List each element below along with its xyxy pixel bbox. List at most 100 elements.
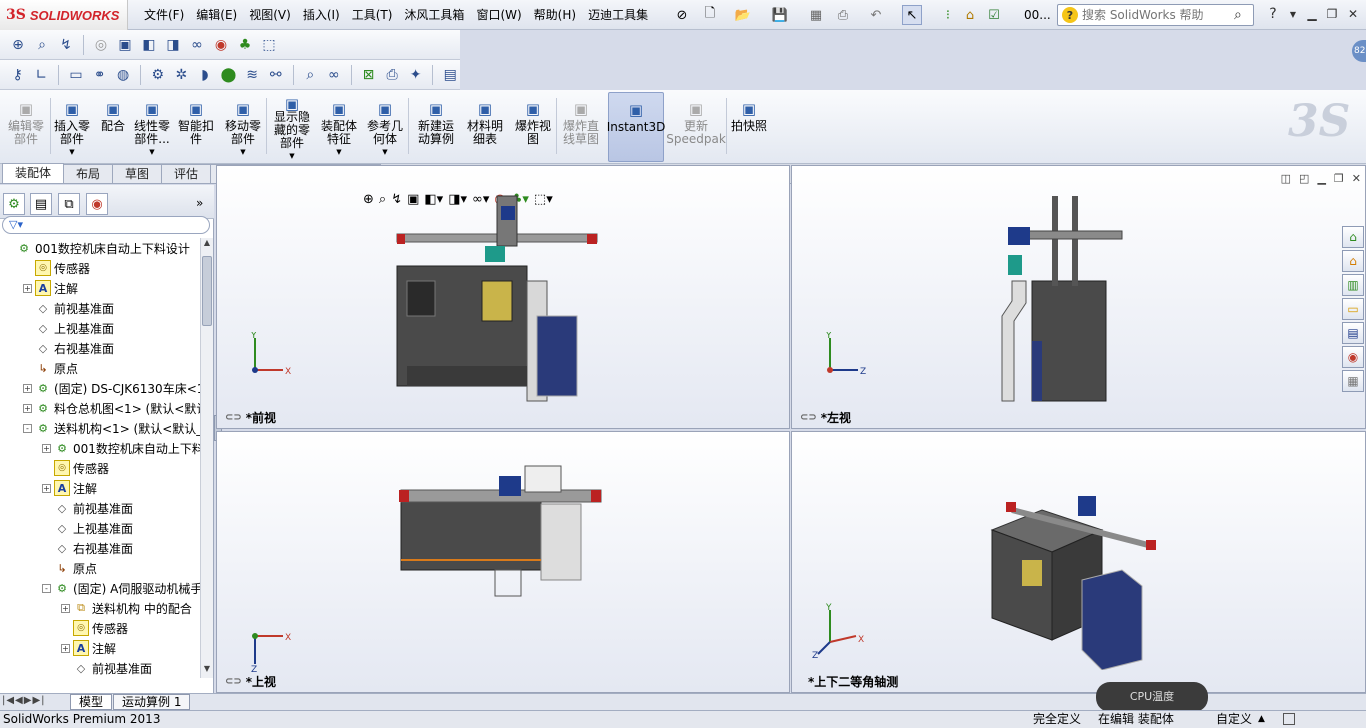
- menu-item[interactable]: 迈迪工具集: [582, 0, 654, 30]
- tree-item[interactable]: ◎ 传感器: [42, 458, 109, 478]
- calculator-icon[interactable]: ▤: [440, 65, 460, 85]
- tab-model[interactable]: 模型: [70, 694, 113, 710]
- sketch-icon[interactable]: ∟: [32, 65, 52, 85]
- pin-marker-icon[interactable]: ⬤: [219, 65, 239, 85]
- menu-item[interactable]: 文件(F): [138, 0, 190, 30]
- print-preview-icon[interactable]: ⎙: [382, 65, 402, 85]
- binoculars-icon[interactable]: ∞: [324, 65, 344, 85]
- cmd-smart-fastener-button[interactable]: ▣ 智能扣 件: [176, 92, 216, 162]
- globe-icon[interactable]: ◍: [113, 65, 133, 85]
- front-view-model[interactable]: [387, 186, 647, 406]
- menu-item[interactable]: 帮助(H): [528, 0, 582, 30]
- open-folder-icon[interactable]: 📂: [733, 5, 753, 25]
- expand-icon[interactable]: +: [61, 643, 70, 653]
- tree-item[interactable]: + ⚙ 料仓总机图<1> (默认<默认_: [23, 398, 200, 418]
- chevron-up-icon[interactable]: ▲: [1258, 711, 1265, 728]
- gear-icon[interactable]: ⚙: [148, 65, 168, 85]
- tree-filter[interactable]: ▽▾: [2, 216, 210, 234]
- menu-item[interactable]: 窗口(W): [470, 0, 527, 30]
- feature-tree-tab-icon[interactable]: ⚙: [3, 193, 25, 215]
- tree-item[interactable]: ◇ 前视基准面: [42, 498, 133, 518]
- tree-item[interactable]: ◇ 前视基准面: [61, 658, 152, 678]
- help-search-input[interactable]: [1082, 8, 1232, 22]
- restore-icon[interactable]: ❐: [1322, 5, 1342, 23]
- chevron-down-icon[interactable]: ▼: [1283, 5, 1303, 23]
- file-explorer-icon[interactable]: ▭: [1342, 298, 1364, 320]
- print-icon[interactable]: ▦: [806, 5, 826, 25]
- left-view-model[interactable]: [992, 191, 1132, 411]
- top-view-model[interactable]: [395, 460, 615, 600]
- scroll-up-icon[interactable]: ▲: [201, 238, 213, 252]
- tree-item[interactable]: + A 注解: [61, 638, 116, 658]
- appearances-icon[interactable]: ◉: [1342, 346, 1364, 368]
- cmd-reference-geometry-button[interactable]: ▣ 参考几 何体 ▼: [364, 92, 406, 162]
- expand-icon[interactable]: +: [23, 283, 32, 293]
- restore-icon[interactable]: ❐: [1334, 172, 1344, 185]
- view-orientation-icon[interactable]: ▣: [115, 35, 135, 55]
- monitor-icon[interactable]: ▭: [66, 65, 86, 85]
- tab-3[interactable]: 评估: [161, 164, 212, 183]
- menu-item[interactable]: 视图(V): [243, 0, 297, 30]
- display-manager-tab-icon[interactable]: ◉: [86, 193, 108, 215]
- tree-item[interactable]: ◇ 右视基准面: [42, 538, 133, 558]
- standard-views-icon[interactable]: ◧: [139, 35, 159, 55]
- section-view-icon[interactable]: ◎: [91, 35, 111, 55]
- chevron-down-icon[interactable]: ▼: [69, 146, 74, 159]
- sparkle-icon[interactable]: ✦: [406, 65, 426, 85]
- cmd-edit-component-button[interactable]: ▣ 编辑零 部件: [4, 92, 48, 162]
- tree-item[interactable]: ↳ 原点: [42, 558, 97, 578]
- expand-icon[interactable]: +: [61, 603, 70, 613]
- chevron-down-icon[interactable]: ▼: [240, 146, 245, 159]
- undo-icon[interactable]: ↶: [866, 5, 886, 25]
- chevron-down-icon[interactable]: ▼: [149, 146, 154, 159]
- tree-item[interactable]: ◇ 上视基准面: [23, 318, 114, 338]
- zoom-to-fit-icon[interactable]: ⊕: [363, 192, 374, 207]
- scroll-down-icon[interactable]: ▼: [201, 664, 213, 678]
- configuration-manager-tab-icon[interactable]: ⧉: [58, 193, 80, 215]
- magnifier-icon[interactable]: ⌕: [300, 65, 320, 85]
- new-document-icon[interactable]: 🗋: [700, 5, 720, 25]
- split-icon[interactable]: ◰: [1299, 172, 1309, 185]
- minimize-icon[interactable]: ▁: [1302, 5, 1322, 23]
- tab-0[interactable]: 装配体: [2, 163, 65, 183]
- tree-item[interactable]: ↳ 原点: [23, 358, 78, 378]
- cmd-mate-button[interactable]: ▣ 配合: [98, 92, 128, 162]
- expand-icon[interactable]: +: [42, 483, 51, 493]
- expand-icon[interactable]: +: [42, 443, 51, 453]
- tile-icon[interactable]: ◫: [1281, 172, 1291, 185]
- chevron-down-icon[interactable]: ▼: [382, 146, 387, 159]
- appearance-icon[interactable]: ◉: [211, 35, 231, 55]
- viewport-left[interactable]: ◫ ◰ ▁ ❐ ✕ Y Z ⊂⊃ *左视: [791, 165, 1366, 429]
- minimize-icon[interactable]: ▁: [1317, 172, 1325, 185]
- tab-scroll-arrows-icon[interactable]: |◀◀▶▶|: [2, 695, 46, 706]
- options-icon[interactable]: ☑: [984, 5, 1004, 25]
- view-settings-icon[interactable]: ⬚: [259, 35, 279, 55]
- collapse-icon[interactable]: -: [42, 583, 51, 593]
- tree-item[interactable]: ◇ 上视基准面: [42, 518, 133, 538]
- cmd-snapshot-button[interactable]: ▣ 拍快照: [728, 92, 770, 162]
- menu-item[interactable]: 工具(T): [346, 0, 399, 30]
- chevron-down-icon[interactable]: ▼: [289, 150, 294, 163]
- cog-wheel-icon[interactable]: ✲: [172, 65, 192, 85]
- network-icon[interactable]: ⚭: [90, 65, 110, 85]
- file-properties-icon[interactable]: ⌂: [960, 5, 980, 25]
- viewport-front[interactable]: ⊕ ⌕ ↯ ▣ ◧▾ ◨▾ ∞▾ ◉ ♣▾ ⬚▾ Y X ⊂⊃*前视: [216, 165, 790, 429]
- collapse-icon[interactable]: -: [23, 423, 32, 433]
- scroll-thumb[interactable]: [202, 256, 212, 326]
- tree-item[interactable]: ⚙ 001数控机床自动上下料设计 （默: [4, 238, 200, 258]
- menu-item[interactable]: 插入(I): [297, 0, 346, 30]
- expand-panel-icon[interactable]: »: [196, 196, 203, 210]
- viewport-top[interactable]: Z X ⊂⊃ *上视: [216, 431, 790, 693]
- help-menu-icon[interactable]: ?: [1263, 5, 1283, 23]
- rebuild-traffic-light-icon[interactable]: ⁝: [938, 5, 958, 25]
- zoom-to-fit-icon[interactable]: ⊕: [8, 35, 28, 55]
- tree-item[interactable]: ◇ 右视基准面: [23, 338, 114, 358]
- tree-item[interactable]: ◇ 前视基准面: [23, 298, 114, 318]
- search-icon[interactable]: ⌕: [1234, 7, 1242, 23]
- key-icon[interactable]: ⚷: [8, 65, 28, 85]
- printer-icon[interactable]: ⎙: [833, 5, 853, 25]
- close-icon[interactable]: ✕: [1343, 5, 1363, 23]
- close-icon[interactable]: ✕: [1352, 172, 1361, 185]
- status-toggle-icon[interactable]: [1283, 713, 1295, 725]
- pin-icon[interactable]: ⊘: [672, 5, 692, 25]
